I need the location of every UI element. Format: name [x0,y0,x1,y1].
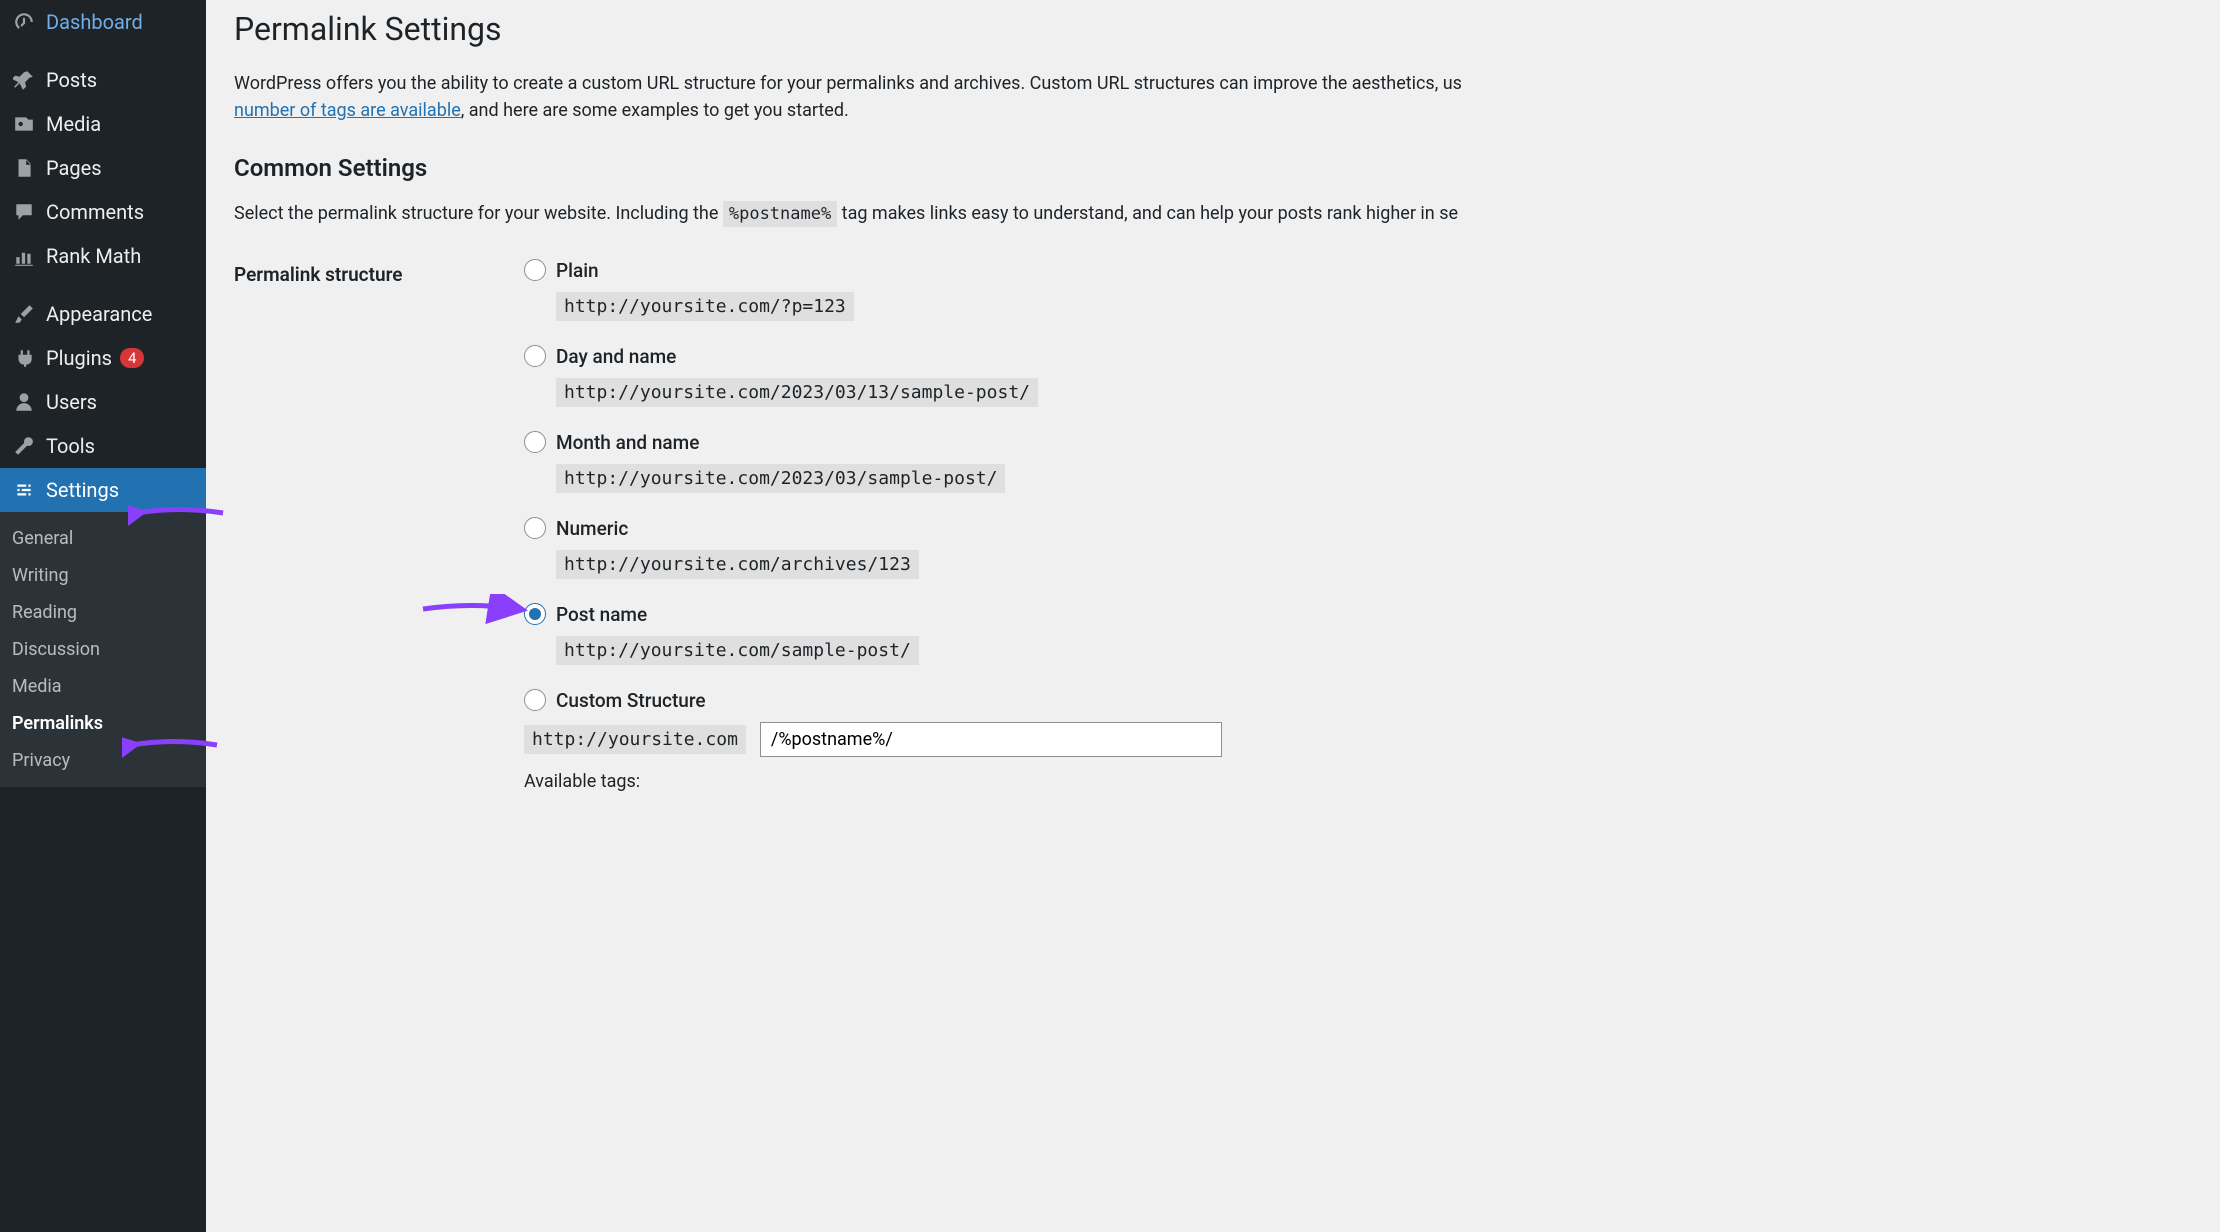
menu-label: Rank Math [46,244,141,268]
section-heading: Common Settings [234,154,2192,182]
media-icon [12,112,36,136]
available-tags-label: Available tags: [524,771,2192,792]
label-plain: Plain [556,259,599,282]
label-month-name: Month and name [556,431,699,454]
structure-label: Permalink structure [234,259,524,816]
menu-label: Dashboard [46,10,143,34]
menu-tools[interactable]: Tools [0,424,206,468]
menu-label: Settings [46,478,119,502]
menu-pages[interactable]: Pages [0,146,206,190]
pin-icon [12,68,36,92]
postname-tag: %postname% [723,201,837,227]
radio-plain[interactable] [524,259,546,281]
menu-label: Posts [46,68,97,92]
menu-rankmath[interactable]: Rank Math [0,234,206,278]
custom-prefix: http://yoursite.com [524,725,746,754]
submenu-writing[interactable]: Writing [0,557,206,594]
submenu-permalinks[interactable]: Permalinks [0,705,206,742]
chart-icon [12,244,36,268]
page-title: Permalink Settings [234,10,2192,48]
intro-text: WordPress offers you the ability to crea… [234,70,2192,124]
menu-users[interactable]: Users [0,380,206,424]
example-month-name: http://yoursite.com/2023/03/sample-post/ [556,464,1005,493]
page-icon [12,156,36,180]
dashboard-icon [12,10,36,34]
example-numeric: http://yoursite.com/archives/123 [556,550,919,579]
label-numeric: Numeric [556,517,628,540]
section-desc: Select the permalink structure for your … [234,200,2192,229]
menu-posts[interactable]: Posts [0,58,206,102]
user-icon [12,390,36,414]
tags-link[interactable]: number of tags are available [234,100,461,121]
example-plain: http://yoursite.com/?p=123 [556,292,854,321]
submenu-privacy[interactable]: Privacy [0,742,206,779]
menu-media[interactable]: Media [0,102,206,146]
label-day-name: Day and name [556,345,676,368]
submenu-reading[interactable]: Reading [0,594,206,631]
wrench-icon [12,434,36,458]
submenu-discussion[interactable]: Discussion [0,631,206,668]
submenu-media[interactable]: Media [0,668,206,705]
brush-icon [12,302,36,326]
submenu-general[interactable]: General [0,520,206,557]
menu-label: Comments [46,200,144,224]
example-day-name: http://yoursite.com/2023/03/13/sample-po… [556,378,1038,407]
menu-label: Users [46,390,97,414]
menu-settings[interactable]: Settings [0,468,206,512]
menu-label: Plugins [46,346,112,370]
menu-label: Pages [46,156,102,180]
custom-structure-input[interactable] [760,722,1222,757]
admin-sidebar: Dashboard Posts Media Pages Comments Ran… [0,0,206,1232]
main-content: Permalink Settings WordPress offers you … [206,0,2220,1232]
radio-day-name[interactable] [524,345,546,367]
radio-month-name[interactable] [524,431,546,453]
menu-appearance[interactable]: Appearance [0,292,206,336]
plug-icon [12,346,36,370]
menu-plugins[interactable]: Plugins 4 [0,336,206,380]
settings-icon [12,478,36,502]
radio-post-name[interactable] [524,603,546,625]
menu-label: Appearance [46,302,152,326]
example-post-name: http://yoursite.com/sample-post/ [556,636,919,665]
radio-custom[interactable] [524,689,546,711]
comment-icon [12,200,36,224]
label-post-name: Post name [556,603,647,626]
menu-label: Tools [46,434,95,458]
menu-comments[interactable]: Comments [0,190,206,234]
update-badge: 4 [120,348,144,368]
label-custom: Custom Structure [556,689,706,712]
menu-label: Media [46,112,101,136]
menu-dashboard[interactable]: Dashboard [0,0,206,44]
settings-submenu: General Writing Reading Discussion Media… [0,512,206,787]
radio-numeric[interactable] [524,517,546,539]
